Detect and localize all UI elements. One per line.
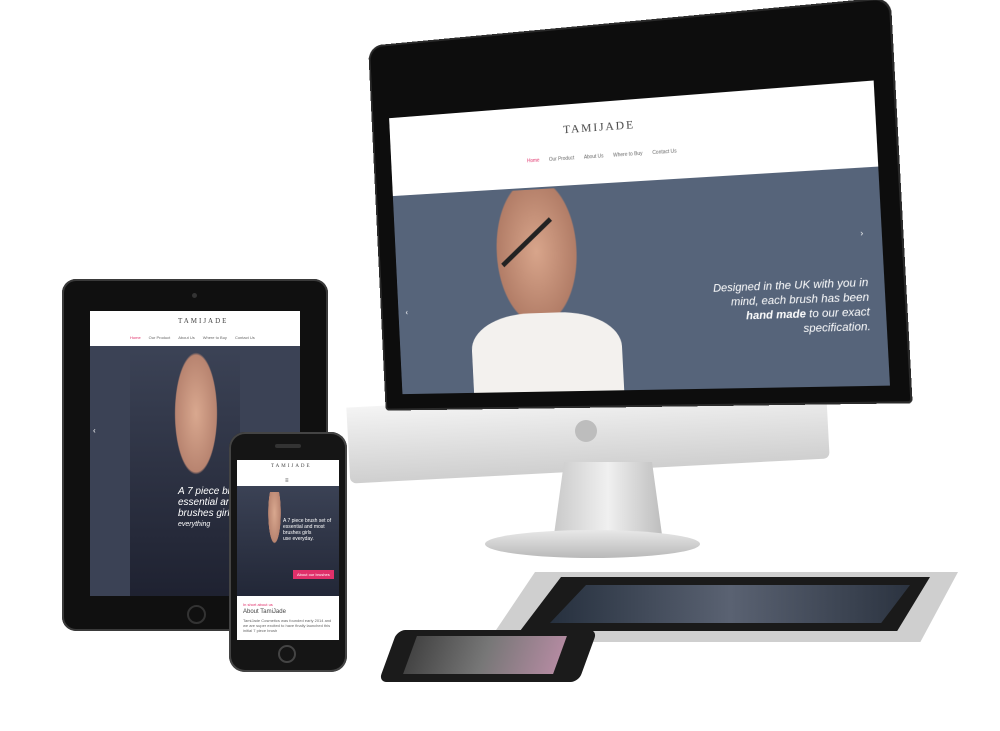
slider-prev-icon[interactable]: ‹	[93, 426, 96, 435]
nav-contact-us[interactable]: Contact Us	[652, 148, 677, 156]
hero-model-image	[257, 492, 292, 596]
site-nav: Home Our Product About Us Where to Buy C…	[130, 335, 255, 340]
site-header: TAMIJADE Home Our Product About Us Where…	[389, 80, 879, 197]
iphone-website: TAMIJADE ≡ A 7 piece brush set of essent…	[237, 460, 339, 640]
hero-model-image	[130, 351, 240, 596]
ipad-landscape-website	[550, 585, 910, 623]
slider-prev-icon[interactable]: ‹	[405, 308, 408, 317]
nav-our-product[interactable]: Our Product	[549, 155, 575, 163]
imac-stand-base	[485, 530, 700, 558]
iphone-portrait: TAMIJADE ≡ A 7 piece brush set of essent…	[229, 432, 347, 672]
nav-home[interactable]: Home	[527, 158, 540, 165]
section-kicker: In short about us	[243, 602, 273, 607]
hero-line-4: use everyday.	[283, 536, 314, 542]
site-nav: Home Our Product About Us Where to Buy C…	[527, 148, 677, 164]
section-body: TamiJade Cosmetics was founded early 201…	[243, 618, 332, 633]
about-brushes-button[interactable]: About our brushes	[293, 570, 334, 579]
hero-model-blouse	[470, 310, 625, 395]
hero-caption: A 7 piece brush set of essential and mos…	[283, 518, 331, 542]
iphone-landscape-screen	[403, 636, 567, 674]
site-logo[interactable]: TAMIJADE	[178, 317, 228, 325]
nav-contact-us[interactable]: Contact Us	[235, 335, 255, 340]
home-button-icon[interactable]	[278, 645, 296, 663]
site-header: TAMIJADE Home Our Product About Us Where…	[90, 311, 300, 346]
nav-where-to-buy[interactable]: Where to Buy	[613, 151, 643, 159]
menu-icon[interactable]: ≡	[285, 478, 289, 484]
speaker-icon	[275, 444, 301, 448]
nav-home[interactable]: Home	[130, 335, 141, 340]
imac-website: TAMIJADE Home Our Product About Us Where…	[389, 80, 890, 395]
home-button-icon[interactable]	[187, 605, 206, 624]
site-logo[interactable]: TAMIJADE	[271, 464, 312, 469]
nav-about-us[interactable]: About Us	[584, 153, 604, 160]
site-logo[interactable]: TAMIJADE	[563, 117, 636, 137]
apple-logo-icon	[575, 420, 597, 442]
nav-our-product[interactable]: Our Product	[149, 335, 171, 340]
section-title: About TamiJade	[243, 609, 286, 615]
hero-image: A 7 piece brush set of essential and mos…	[237, 486, 339, 596]
nav-where-to-buy[interactable]: Where to Buy	[203, 335, 227, 340]
hero-line-3-bold: hand made	[745, 308, 807, 323]
slider-next-icon[interactable]: ›	[860, 228, 863, 238]
nav-about-us[interactable]: About Us	[178, 335, 194, 340]
hero-caption: Designed in the UK with you in mind, eac…	[648, 276, 871, 341]
hero-line-3-rest: to our exact	[805, 305, 871, 321]
imac-display: TAMIJADE Home Our Product About Us Where…	[368, 0, 913, 411]
camera-icon	[192, 293, 197, 298]
